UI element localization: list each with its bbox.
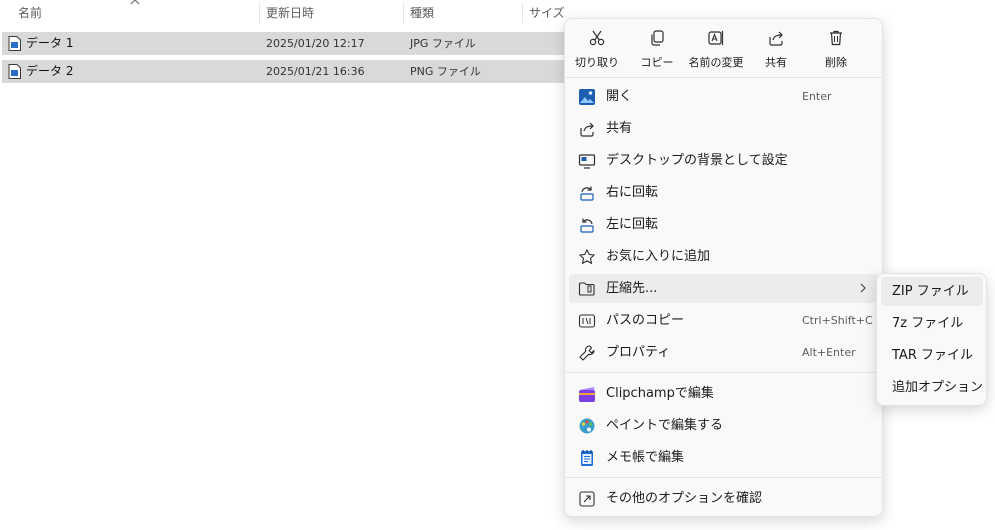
menu-item-label: 圧縮先... <box>606 281 658 296</box>
menu-item-label: Clipchampで編集 <box>606 386 714 401</box>
submenu-item-tar[interactable]: TAR ファイル <box>881 341 983 370</box>
file-name: データ 2 <box>26 64 74 78</box>
menu-divider <box>565 372 882 373</box>
menu-item-shortcut: Ctrl+Shift+C <box>802 314 873 327</box>
menu-item-rotate-left[interactable]: 左に回転 <box>569 210 878 239</box>
menu-item-label: メモ帳で編集 <box>606 450 685 465</box>
file-type: JPG ファイル <box>410 37 476 50</box>
menu-item-label: プロパティ <box>606 345 671 360</box>
image-file-icon <box>8 36 21 51</box>
image-file-icon <box>8 64 21 79</box>
column-header-modified[interactable]: 更新日時 <box>260 0 403 26</box>
submenu-item-label: TAR ファイル <box>892 348 973 363</box>
menu-item-open[interactable]: 開く Enter <box>569 82 878 111</box>
menu-item-shortcut: Enter <box>802 90 832 103</box>
share-icon <box>769 31 783 46</box>
submenu-item-additional-options[interactable]: 追加オプション <box>881 373 983 402</box>
menu-item-rotate-right[interactable]: 右に回転 <box>569 178 878 207</box>
column-header-type[interactable]: 種類 <box>404 0 522 26</box>
file-row[interactable]: データ 1 2025/01/20 12:17 JPG ファイル <box>2 32 603 55</box>
rename-button[interactable]: 名前の変更 <box>686 23 746 75</box>
scissors-icon <box>589 30 605 46</box>
menu-item-edit-paint[interactable]: ペイントで編集する <box>569 411 878 440</box>
submenu-item-label: 7z ファイル <box>892 316 964 331</box>
delete-label: 削除 <box>825 56 847 69</box>
clipchamp-icon <box>579 387 595 402</box>
zip-folder-icon <box>578 282 595 296</box>
submenu-item-label: ZIP ファイル <box>892 284 969 299</box>
menu-item-label: 左に回転 <box>606 217 659 232</box>
menu-item-share[interactable]: 共有 <box>569 114 878 143</box>
menu-item-label: お気に入りに追加 <box>606 249 711 264</box>
rotate-right-icon <box>580 186 594 201</box>
menu-item-label: 右に回転 <box>606 185 659 200</box>
submenu-item-zip[interactable]: ZIP ファイル <box>881 277 983 306</box>
menu-item-label: パスのコピー <box>606 313 685 328</box>
rename-label: 名前の変更 <box>688 56 744 69</box>
menu-item-label: ペイントで編集する <box>606 418 724 433</box>
paint-icon <box>579 418 595 434</box>
wallpaper-icon <box>578 154 596 169</box>
copy-label: コピー <box>640 56 674 69</box>
share-button[interactable]: 共有 <box>746 23 806 75</box>
rotate-left-icon <box>580 218 594 233</box>
menu-item-label: 開く <box>606 89 633 104</box>
star-icon <box>579 249 595 264</box>
more-options-icon <box>579 491 595 507</box>
menu-item-label: デスクトップの背景として設定 <box>606 153 788 168</box>
menu-item-edit-clipchamp[interactable]: Clipchampで編集 <box>569 379 878 408</box>
trash-icon <box>830 30 842 46</box>
file-type: PNG ファイル <box>410 65 481 78</box>
chevron-right-icon <box>860 283 866 293</box>
menu-item-shortcut: Alt+Enter <box>802 346 856 359</box>
photos-app-icon <box>579 89 595 105</box>
menu-item-set-desktop-background[interactable]: デスクトップの背景として設定 <box>569 146 878 175</box>
column-header-bar: 名前 更新日時 種類 サイズ <box>0 0 603 26</box>
notepad-icon <box>581 450 593 466</box>
menu-item-show-more-options[interactable]: その他のオプションを確認 <box>569 484 878 513</box>
file-name: データ 1 <box>26 36 74 50</box>
menu-item-properties[interactable]: プロパティ Alt+Enter <box>569 338 878 367</box>
copy-button[interactable]: コピー <box>627 23 687 75</box>
cut-button[interactable]: 切り取り <box>567 23 627 75</box>
wrench-icon <box>579 345 595 361</box>
submenu-item-label: 追加オプション <box>892 380 984 395</box>
cut-label: 切り取り <box>575 56 619 69</box>
menu-divider <box>565 477 882 478</box>
file-row[interactable]: データ 2 2025/01/21 16:36 PNG ファイル <box>2 60 603 83</box>
file-modified: 2025/01/20 12:17 <box>266 37 365 50</box>
menu-item-compress-to[interactable]: 圧縮先... <box>569 274 878 303</box>
compress-submenu: ZIP ファイル 7z ファイル TAR ファイル 追加オプション <box>876 273 987 406</box>
copy-path-icon <box>578 314 596 328</box>
delete-button[interactable]: 削除 <box>806 23 866 75</box>
copy-icon <box>651 30 664 46</box>
menu-item-label: その他のオプションを確認 <box>606 491 763 506</box>
menu-divider <box>565 77 882 78</box>
menu-item-copy-path[interactable]: パスのコピー Ctrl+Shift+C <box>569 306 878 335</box>
menu-item-add-favorite[interactable]: お気に入りに追加 <box>569 242 878 271</box>
context-menu: 切り取り コピー 名前の変更 共有 削除 開く Enter 共有 デスクトップの… <box>564 18 883 517</box>
share-icon <box>580 122 594 137</box>
submenu-item-7z[interactable]: 7z ファイル <box>881 309 983 338</box>
quick-action-bar: 切り取り コピー 名前の変更 共有 削除 <box>565 19 882 77</box>
menu-item-edit-notepad[interactable]: メモ帳で編集 <box>569 443 878 472</box>
share-label: 共有 <box>765 56 787 69</box>
menu-item-label: 共有 <box>606 121 633 136</box>
rename-icon <box>708 31 724 45</box>
sort-ascending-icon <box>130 0 140 5</box>
file-modified: 2025/01/21 16:36 <box>266 65 365 78</box>
